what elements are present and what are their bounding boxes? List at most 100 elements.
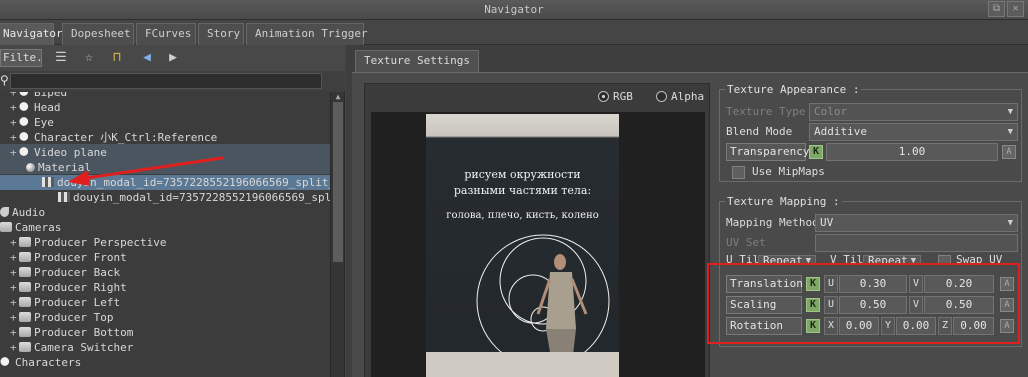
transparency-field[interactable]: 1.00 xyxy=(826,143,998,161)
tab-fcurves[interactable]: FCurves xyxy=(136,23,196,45)
camera-icon xyxy=(19,312,31,322)
tab-story[interactable]: Story xyxy=(198,23,244,45)
transparency-label[interactable]: Transparency xyxy=(726,143,809,161)
tree-item[interactable]: Cameras xyxy=(0,220,61,235)
texture-appearance-group: Texture Appearance : Texture Type Color ▼… xyxy=(719,83,1022,182)
radio-on-icon xyxy=(598,91,609,102)
tree-item[interactable]: + Producer Left xyxy=(10,295,120,310)
texture-preview: RGB Alpha рисуем окружности разными част… xyxy=(364,83,710,377)
sphere-icon xyxy=(26,163,35,172)
circles-illustration xyxy=(476,234,610,368)
tree-item[interactable]: Characters xyxy=(0,355,81,370)
mapping-method-label: Mapping Method xyxy=(726,216,819,229)
search-row: ⚲ xyxy=(0,71,345,91)
texture-type-dropdown[interactable]: Color ▼ xyxy=(809,103,1018,121)
tree-item-label: Producer Left xyxy=(34,296,121,309)
tree-item-label: Character 小K_Ctrl:Reference xyxy=(34,131,218,144)
expand-icon[interactable]: + xyxy=(10,92,18,100)
uv-set-label: UV Set xyxy=(726,236,766,249)
expand-icon[interactable]: + xyxy=(10,115,18,130)
tree-item-label: Cameras xyxy=(15,221,62,234)
teapot-icon xyxy=(19,117,31,127)
expand-icon[interactable]: + xyxy=(10,235,18,250)
star-pin-icon[interactable]: ☆ xyxy=(80,50,98,66)
tab-navigator[interactable]: Navigator xyxy=(0,23,63,45)
tree-item-label: Head xyxy=(34,101,61,114)
tree-item[interactable]: + Camera Switcher xyxy=(10,340,133,355)
camera-icon xyxy=(19,267,31,277)
expand-icon[interactable]: + xyxy=(10,310,18,325)
tree-item[interactable]: + Eye xyxy=(10,115,54,130)
teapot-icon xyxy=(0,357,12,367)
texture-mapping-title: Texture Mapping : xyxy=(725,195,842,208)
camera-icon xyxy=(0,222,12,232)
expand-icon[interactable]: + xyxy=(10,250,18,265)
alpha-radio[interactable]: Alpha xyxy=(656,90,704,104)
tree-item-label: Producer Perspective xyxy=(34,236,167,249)
use-mipmaps-checkbox[interactable] xyxy=(732,166,745,179)
tree-item-label: douyin_modal_id=7357228552196066569_spli… xyxy=(73,191,330,204)
radio-off-icon xyxy=(656,91,667,102)
alpha-label: Alpha xyxy=(671,90,705,103)
tree-item-label: Audio xyxy=(12,206,46,219)
tree-scrollbar[interactable]: ▲ xyxy=(330,92,344,377)
mapping-method-dropdown[interactable]: UV ▼ xyxy=(815,214,1018,232)
tab-dopesheet[interactable]: Dopesheet xyxy=(62,23,134,45)
lock-icon[interactable]: ⊓ xyxy=(108,50,126,66)
tree-item[interactable]: + Producer Right xyxy=(10,280,127,295)
filter-dropdown[interactable]: Filte... xyxy=(0,49,42,67)
teapot-icon xyxy=(19,102,31,112)
rgb-radio[interactable]: RGB xyxy=(598,90,633,104)
list-icon[interactable]: ☰ xyxy=(52,50,70,66)
camera-icon xyxy=(19,327,31,337)
tree-item[interactable]: + Head xyxy=(10,100,61,115)
expand-icon[interactable]: + xyxy=(10,145,18,160)
use-mipmaps-label: Use MipMaps xyxy=(752,165,825,178)
tree-item[interactable]: + Producer Back xyxy=(10,265,120,280)
expand-icon[interactable]: + xyxy=(10,265,18,280)
scrollbar-thumb[interactable] xyxy=(333,102,343,262)
expand-icon[interactable]: + xyxy=(10,280,18,295)
image-floor xyxy=(426,352,619,377)
teapot-icon xyxy=(19,92,31,97)
tree-item-label: Producer Front xyxy=(34,251,127,264)
forward-arrow-icon[interactable]: ▶ xyxy=(164,50,182,66)
tree-item[interactable]: + Producer Bottom xyxy=(10,325,133,340)
back-arrow-icon[interactable]: ◀ xyxy=(138,50,156,66)
tab-animation-trigger[interactable]: Animation Trigger xyxy=(246,23,368,45)
search-input[interactable] xyxy=(10,73,322,89)
scroll-up-icon[interactable]: ▲ xyxy=(333,93,343,101)
camera-icon xyxy=(19,297,31,307)
search-icon: ⚲ xyxy=(0,73,9,87)
texture-type-label: Texture Type xyxy=(726,105,806,118)
blend-mode-dropdown[interactable]: Additive ▼ xyxy=(809,123,1018,141)
tree-item[interactable]: + Biped xyxy=(10,92,67,100)
expand-icon[interactable]: + xyxy=(10,130,18,145)
texture-icon xyxy=(42,177,54,187)
tree-item-label: Characters xyxy=(15,356,82,369)
tree-item[interactable]: + Producer Perspective xyxy=(10,235,166,250)
close-icon[interactable]: ✕ xyxy=(1007,1,1024,17)
transparency-key-button[interactable]: K xyxy=(809,145,823,159)
tree-item[interactable]: + Producer Front xyxy=(10,250,127,265)
transparency-anim-button[interactable]: A xyxy=(1002,145,1016,159)
camera-icon xyxy=(19,342,31,352)
rgb-label: RGB xyxy=(613,90,633,103)
tree-item[interactable]: douyin_modal_id=7357228552196066569_spli… xyxy=(58,190,330,205)
uv-set-field[interactable] xyxy=(815,234,1018,252)
annotation-highlight-box xyxy=(707,263,1020,344)
expand-icon[interactable]: + xyxy=(10,100,18,115)
tree-item[interactable]: Audio xyxy=(0,205,45,220)
texture-canvas: рисуем окружности разными частями тела: … xyxy=(371,112,705,377)
expand-icon[interactable]: + xyxy=(10,325,18,340)
teapot-icon xyxy=(19,132,31,142)
tree-item[interactable]: + Character 小K_Ctrl:Reference xyxy=(10,130,217,145)
tree-item[interactable]: + Producer Top xyxy=(10,310,113,325)
blend-mode-label: Blend Mode xyxy=(726,125,793,138)
tab-texture-settings[interactable]: Texture Settings xyxy=(355,50,479,72)
chevron-down-icon: ▼ xyxy=(1007,107,1013,117)
restore-icon[interactable]: ⧉ xyxy=(988,1,1005,17)
expand-icon[interactable]: + xyxy=(10,340,18,355)
expand-icon[interactable]: + xyxy=(10,295,18,310)
tree-item-label: Producer Top xyxy=(34,311,114,324)
